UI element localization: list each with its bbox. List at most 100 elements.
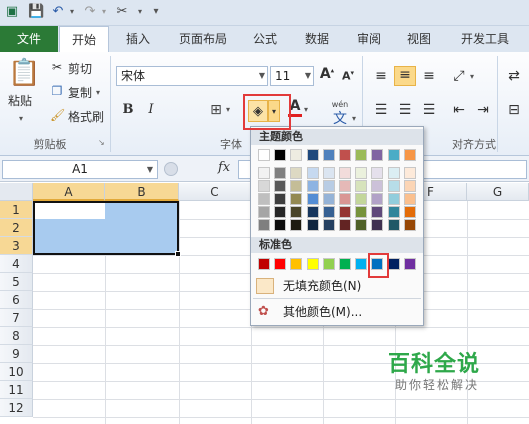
row-header-7[interactable]: 7 bbox=[0, 309, 33, 327]
theme-shade-swatch[interactable] bbox=[387, 180, 400, 192]
theme-shade-swatch[interactable] bbox=[258, 193, 270, 205]
align-bottom-icon[interactable]: ≡ bbox=[420, 68, 438, 84]
orientation-icon[interactable]: ⤢ bbox=[450, 68, 468, 84]
theme-shade-swatch[interactable] bbox=[403, 180, 416, 192]
theme-shade-swatch[interactable] bbox=[322, 167, 335, 179]
theme-shade-swatch[interactable] bbox=[403, 167, 416, 179]
row-header-1[interactable]: 1 bbox=[0, 201, 33, 219]
theme-shade-swatch[interactable] bbox=[371, 206, 384, 218]
formula-splitter-handle[interactable] bbox=[164, 162, 178, 176]
standard-color-swatch[interactable] bbox=[355, 258, 368, 270]
column-header-c[interactable]: C bbox=[179, 183, 251, 201]
redo-dropdown-icon[interactable]: ▾ bbox=[96, 4, 112, 20]
format-painter-button[interactable]: 格式刷 bbox=[68, 108, 104, 126]
font-name-dropdown-icon[interactable]: ▼ bbox=[259, 67, 265, 85]
no-fill-item[interactable]: 无填充颜色(N) bbox=[251, 275, 423, 297]
theme-shade-swatch[interactable] bbox=[258, 206, 270, 218]
align-left-icon[interactable]: ☰ bbox=[372, 102, 390, 118]
standard-color-swatch[interactable] bbox=[387, 258, 400, 270]
theme-shade-swatch[interactable] bbox=[403, 206, 416, 218]
standard-color-swatch[interactable] bbox=[306, 258, 319, 270]
tab-home[interactable]: 开始 bbox=[59, 26, 109, 53]
row-header-5[interactable]: 5 bbox=[0, 273, 33, 291]
theme-shade-swatch[interactable] bbox=[387, 167, 400, 179]
row-header-8[interactable]: 8 bbox=[0, 327, 33, 345]
theme-shade-swatch[interactable] bbox=[306, 193, 319, 205]
borders-icon[interactable]: ⊞ bbox=[208, 102, 224, 118]
theme-shade-swatch[interactable] bbox=[290, 180, 303, 192]
theme-shade-swatch[interactable] bbox=[339, 206, 351, 218]
font-name-combo[interactable]: 宋体 ▼ bbox=[116, 66, 268, 86]
standard-color-swatch[interactable] bbox=[322, 258, 335, 270]
theme-shade-swatch[interactable] bbox=[290, 167, 303, 179]
wrap-text-icon[interactable]: ⇄ bbox=[505, 68, 523, 84]
font-size-dropdown-icon[interactable]: ▼ bbox=[305, 67, 311, 85]
tools-dropdown-icon[interactable]: ▾ bbox=[132, 4, 148, 20]
theme-color-swatch[interactable] bbox=[403, 149, 416, 161]
theme-color-swatch[interactable] bbox=[322, 149, 335, 161]
theme-shade-swatch[interactable] bbox=[339, 180, 351, 192]
tab-insert[interactable]: 插入 bbox=[112, 26, 164, 52]
row-header-2[interactable]: 2 bbox=[0, 219, 33, 237]
theme-shade-swatch[interactable] bbox=[306, 219, 319, 231]
theme-shade-swatch[interactable] bbox=[355, 206, 368, 218]
more-colors-item[interactable]: ✿ 其他颜色(M)... bbox=[251, 301, 423, 323]
theme-shade-swatch[interactable] bbox=[371, 193, 384, 205]
theme-shade-swatch[interactable] bbox=[355, 180, 368, 192]
undo-dropdown-icon[interactable]: ▾ bbox=[64, 4, 80, 20]
row-header-6[interactable]: 6 bbox=[0, 291, 33, 309]
theme-shade-swatch[interactable] bbox=[322, 219, 335, 231]
paste-dropdown-icon[interactable]: ▾ bbox=[19, 110, 23, 128]
shrink-font-icon[interactable]: A▾ bbox=[340, 69, 356, 83]
paste-icon[interactable]: 📋 bbox=[8, 56, 40, 90]
tab-review[interactable]: 审阅 bbox=[346, 26, 392, 52]
clipboard-launcher-icon[interactable]: ↘ bbox=[98, 138, 105, 147]
theme-shade-swatch[interactable] bbox=[258, 180, 270, 192]
theme-shade-swatch[interactable] bbox=[339, 219, 351, 231]
row-header-9[interactable]: 9 bbox=[0, 345, 33, 363]
copy-dropdown-icon[interactable]: ▾ bbox=[96, 84, 100, 102]
theme-color-swatch[interactable] bbox=[371, 149, 384, 161]
tools-icon[interactable]: ✂ bbox=[114, 4, 130, 20]
tab-file[interactable]: 文件 bbox=[0, 26, 58, 52]
align-middle-icon[interactable]: ≡ bbox=[394, 66, 416, 86]
theme-shade-swatch[interactable] bbox=[306, 167, 319, 179]
customize-qat-icon[interactable]: ▾ bbox=[148, 4, 164, 20]
theme-shade-swatch[interactable] bbox=[306, 180, 319, 192]
phonetic-guide-icon[interactable]: 文 bbox=[330, 108, 350, 128]
theme-shade-swatch[interactable] bbox=[339, 167, 351, 179]
theme-shade-swatch[interactable] bbox=[274, 193, 287, 205]
theme-shade-swatch[interactable] bbox=[355, 167, 368, 179]
fill-handle[interactable] bbox=[175, 251, 181, 257]
theme-shade-swatch[interactable] bbox=[387, 206, 400, 218]
name-box-dropdown-icon[interactable]: ▼ bbox=[147, 161, 153, 178]
format-painter-icon[interactable]: 🖌 bbox=[50, 108, 65, 124]
theme-shade-swatch[interactable] bbox=[387, 193, 400, 205]
theme-color-swatch[interactable] bbox=[339, 149, 351, 161]
theme-shade-swatch[interactable] bbox=[258, 219, 270, 231]
save-icon[interactable]: 💾 bbox=[28, 4, 44, 20]
italic-button[interactable]: I bbox=[144, 102, 158, 117]
phonetic-dropdown-icon[interactable]: ▾ bbox=[352, 114, 356, 123]
theme-color-swatch[interactable] bbox=[355, 149, 368, 161]
row-header-11[interactable]: 11 bbox=[0, 381, 33, 399]
theme-shade-swatch[interactable] bbox=[258, 167, 270, 179]
row-header-10[interactable]: 10 bbox=[0, 363, 33, 381]
theme-shade-swatch[interactable] bbox=[403, 219, 416, 231]
theme-shade-swatch[interactable] bbox=[274, 167, 287, 179]
standard-color-swatch[interactable] bbox=[339, 258, 351, 270]
tab-formulas[interactable]: 公式 bbox=[242, 26, 288, 52]
theme-color-swatch[interactable] bbox=[290, 149, 303, 161]
tab-view[interactable]: 视图 bbox=[396, 26, 442, 52]
column-header-g[interactable]: G bbox=[467, 183, 529, 201]
theme-shade-swatch[interactable] bbox=[371, 180, 384, 192]
font-size-combo[interactable]: 11 ▼ bbox=[270, 66, 314, 86]
standard-color-swatch[interactable] bbox=[258, 258, 270, 270]
theme-shade-swatch[interactable] bbox=[322, 180, 335, 192]
row-header-4[interactable]: 4 bbox=[0, 255, 33, 273]
row-header-12[interactable]: 12 bbox=[0, 399, 33, 417]
column-header-a[interactable]: A bbox=[33, 183, 105, 201]
align-top-icon[interactable]: ≡ bbox=[372, 68, 390, 84]
select-all-corner[interactable] bbox=[0, 183, 33, 201]
theme-shade-swatch[interactable] bbox=[355, 193, 368, 205]
